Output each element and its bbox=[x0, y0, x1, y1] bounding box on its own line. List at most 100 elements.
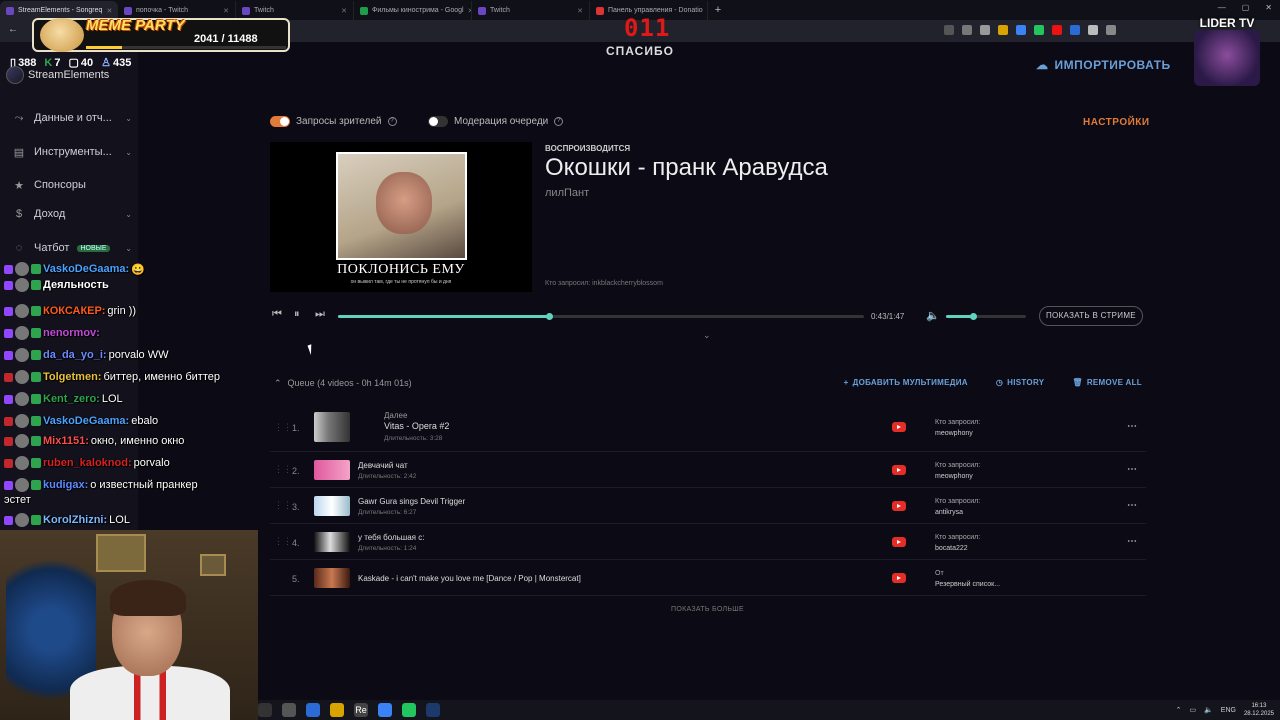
chevron-down-icon[interactable]: ⌄ bbox=[703, 330, 711, 341]
language-indicator[interactable]: ENG bbox=[1221, 707, 1236, 714]
remove-all-button[interactable]: 🗑 REMOVE ALL bbox=[1072, 378, 1142, 387]
speaker-icon[interactable]: 🔈 bbox=[1204, 706, 1213, 714]
folder-app-icon[interactable] bbox=[330, 703, 344, 717]
volume-slider[interactable] bbox=[946, 313, 1026, 320]
drag-handle-icon[interactable]: ⋮⋮ bbox=[274, 500, 292, 511]
drag-handle-icon[interactable]: ⋮⋮ bbox=[274, 422, 292, 433]
chat-badge-icon bbox=[31, 350, 41, 360]
queue-moderation-toggle[interactable] bbox=[428, 116, 448, 127]
video-player[interactable]: ПОКЛОНИСЬ ЕМУ он выжил там, где ты не пр… bbox=[270, 142, 532, 292]
queue-row[interactable]: ⋮⋮ 1. Далее Vitas - Opera #2 Длительност… bbox=[270, 406, 1146, 452]
chat-badge-icon bbox=[31, 436, 41, 446]
show-on-stream-button[interactable]: ПОКАЗАТЬ В СТРИМЕ bbox=[1039, 306, 1143, 326]
history-button[interactable]: ◷ HISTORY bbox=[996, 378, 1045, 387]
requested-by-user: meowphony bbox=[935, 430, 973, 437]
more-options-icon[interactable]: ⋯ bbox=[1127, 421, 1137, 432]
steam-app-icon[interactable] bbox=[426, 703, 440, 717]
queue-row-number: 5. bbox=[292, 574, 300, 584]
tab-close-icon[interactable]: ✕ bbox=[341, 7, 347, 15]
more-options-icon[interactable]: ⋯ bbox=[1127, 536, 1137, 547]
import-button[interactable]: ☁ ИМПОРТИРОВАТЬ bbox=[1036, 58, 1171, 72]
browser-tab[interactable]: Twitch ✕ bbox=[472, 1, 590, 20]
more-options-icon[interactable]: ⋯ bbox=[1127, 464, 1137, 475]
close-window-button[interactable]: ✕ bbox=[1265, 3, 1272, 12]
app-icon[interactable] bbox=[258, 703, 272, 717]
queue-summary: Queue (4 videos - 0h 14m 01s) bbox=[287, 378, 412, 388]
drag-handle-icon[interactable]: ⋮⋮ bbox=[274, 464, 292, 475]
queue-toggle[interactable]: ⌃ Queue (4 videos - 0h 14m 01s) bbox=[274, 378, 412, 389]
network-icon[interactable]: ▭ bbox=[1189, 706, 1196, 714]
extension-icon[interactable] bbox=[1016, 25, 1026, 35]
app-icon[interactable] bbox=[282, 703, 296, 717]
youtube-icon bbox=[892, 573, 906, 583]
previous-track-icon[interactable]: ⏮ bbox=[272, 308, 282, 321]
back-arrow-icon[interactable]: ← bbox=[8, 24, 18, 35]
browser-app-icon[interactable] bbox=[306, 703, 320, 717]
requested-by-user: Резервный список... bbox=[935, 581, 1001, 588]
new-tab-button[interactable]: + bbox=[708, 1, 728, 20]
add-media-button[interactable]: + ДОБАВИТЬ МУЛЬТИМЕДИА bbox=[844, 378, 968, 387]
sidebar-item-tools[interactable]: ▤ Инструменты... ⌄ bbox=[12, 146, 132, 159]
requested-by-label: Кто запросил: bbox=[935, 498, 981, 505]
show-more-button[interactable]: ПОКАЗАТЬ БОЛЬШЕ bbox=[671, 606, 744, 613]
extension-icon[interactable] bbox=[1034, 25, 1044, 35]
donationalerts-favicon-icon bbox=[596, 6, 604, 15]
meme-progress-fill bbox=[86, 46, 122, 49]
chat-text: LOL bbox=[109, 514, 130, 526]
import-label: ИМПОРТИРОВАТЬ bbox=[1054, 58, 1171, 72]
sidebar-item-sponsors[interactable]: ★ Спонсоры bbox=[12, 179, 132, 192]
tab-close-icon[interactable]: ✕ bbox=[223, 7, 229, 15]
extension-icon[interactable] bbox=[1106, 25, 1116, 35]
sidebar-item-chatbot[interactable]: ◌ Чатбот НОВЫЕ ⌄ bbox=[12, 242, 132, 254]
chevron-up-icon[interactable]: ⌃ bbox=[1176, 706, 1182, 714]
extension-icon[interactable] bbox=[998, 25, 1008, 35]
star-icon[interactable] bbox=[944, 25, 954, 35]
next-track-icon[interactable]: ⏭ bbox=[315, 308, 325, 321]
app-icon[interactable] bbox=[378, 703, 392, 717]
twitch-icon bbox=[4, 264, 13, 274]
viewer-requests-toggle[interactable] bbox=[270, 116, 290, 127]
clock[interactable]: 16:13 28.12.2025 bbox=[1244, 702, 1274, 718]
taskbar-apps: Re bbox=[258, 703, 440, 717]
extension-icon[interactable] bbox=[962, 25, 972, 35]
pause-icon[interactable]: ⏸ bbox=[294, 308, 300, 321]
chat-avatar bbox=[15, 392, 29, 406]
extension-icon[interactable] bbox=[1052, 25, 1062, 35]
chat-text: о известный пранкер bbox=[90, 479, 198, 491]
extension-icons bbox=[944, 25, 1116, 35]
chat-text: LOL bbox=[101, 393, 123, 405]
tab-label: попочка - Twitch bbox=[136, 7, 189, 14]
chat-badge-icon bbox=[31, 394, 41, 404]
maximize-button[interactable]: ▢ bbox=[1242, 3, 1250, 12]
more-options-icon[interactable]: ⋯ bbox=[1127, 500, 1137, 511]
extension-icon[interactable] bbox=[1070, 25, 1080, 35]
chat-message: da_da_yo_i: porvalo WW bbox=[4, 348, 169, 362]
app-icon[interactable] bbox=[402, 703, 416, 717]
tab-close-icon[interactable]: ✕ bbox=[577, 7, 583, 15]
browser-tab[interactable]: Фильмы кинострима - Googl✕ bbox=[354, 1, 472, 20]
followers-count: 435 bbox=[113, 56, 132, 69]
queue-row[interactable]: ⋮⋮ 4. у тебя большая с: Длительность: 1:… bbox=[270, 524, 1146, 560]
app-icon[interactable]: Re bbox=[354, 703, 368, 717]
doge-avatar bbox=[40, 18, 84, 52]
brand-row[interactable]: StreamElements bbox=[6, 66, 109, 84]
queue-row[interactable]: 5. Kaskade - i can't make you love me [D… bbox=[270, 560, 1146, 596]
tab-close-icon[interactable]: ✕ bbox=[106, 7, 112, 15]
extension-icon[interactable] bbox=[1088, 25, 1098, 35]
progress-slider[interactable] bbox=[338, 313, 864, 320]
sidebar-item-data[interactable]: ⤳ Данные и отч... ⌄ bbox=[12, 112, 132, 124]
volume-icon[interactable]: 🔈 bbox=[926, 309, 940, 322]
page-title: СПАСИБО bbox=[606, 44, 674, 58]
help-icon[interactable]: ? bbox=[554, 117, 564, 126]
extension-icon[interactable] bbox=[980, 25, 990, 35]
queue-row[interactable]: ⋮⋮ 2. Девчачий чат Длительность: 2:42 Кт… bbox=[270, 452, 1146, 488]
sidebar-item-income[interactable]: $ Доход ⌄ bbox=[12, 208, 132, 220]
minimize-button[interactable]: — bbox=[1218, 3, 1226, 12]
chat-avatar bbox=[15, 456, 29, 470]
chat-avatar bbox=[15, 513, 29, 527]
drag-handle-icon[interactable]: ⋮⋮ bbox=[274, 536, 292, 547]
queue-row[interactable]: ⋮⋮ 3. Gawr Gura sings Devil Trigger Длит… bbox=[270, 488, 1146, 524]
help-icon[interactable]: ? bbox=[387, 117, 397, 126]
settings-link[interactable]: НАСТРОЙКИ bbox=[1083, 117, 1150, 128]
chat-message: Tolgetmen: биттер, именно биттер bbox=[4, 370, 220, 384]
